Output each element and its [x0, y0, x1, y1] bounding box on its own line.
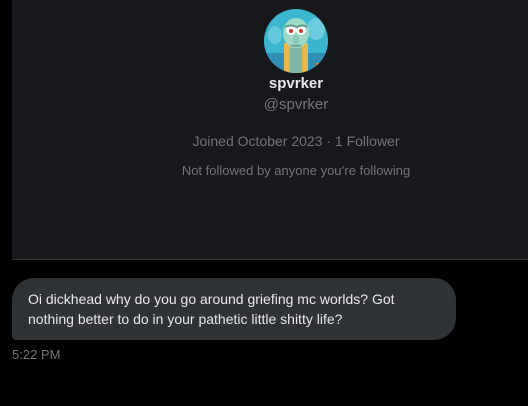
message-bubble[interactable]: Oi dickhead why do you go around griefin… — [12, 278, 456, 340]
followers-count-link[interactable]: 1 Follower — [335, 133, 400, 149]
message-timestamp: 5:22 PM — [12, 347, 61, 362]
message-text: Oi dickhead why do you go around griefin… — [28, 291, 395, 327]
meta-separator: · — [326, 133, 332, 149]
profile-display-name[interactable]: spvrker — [12, 74, 528, 94]
profile-summary-card[interactable]: spvrker @spvrker Joined October 2023 · 1… — [12, 0, 528, 260]
mutual-followers-note: Not followed by anyone you’re following — [181, 163, 411, 178]
profile-handle: @spvrker — [263, 96, 329, 113]
cartoon-character-avatar-icon — [264, 9, 328, 73]
joined-date: Joined October 2023 — [192, 133, 323, 149]
profile-meta: Joined October 2023 · 1 Follower — [12, 132, 528, 150]
avatar[interactable] — [264, 9, 328, 73]
dm-conversation-view: spvrker @spvrker Joined October 2023 · 1… — [0, 0, 528, 406]
